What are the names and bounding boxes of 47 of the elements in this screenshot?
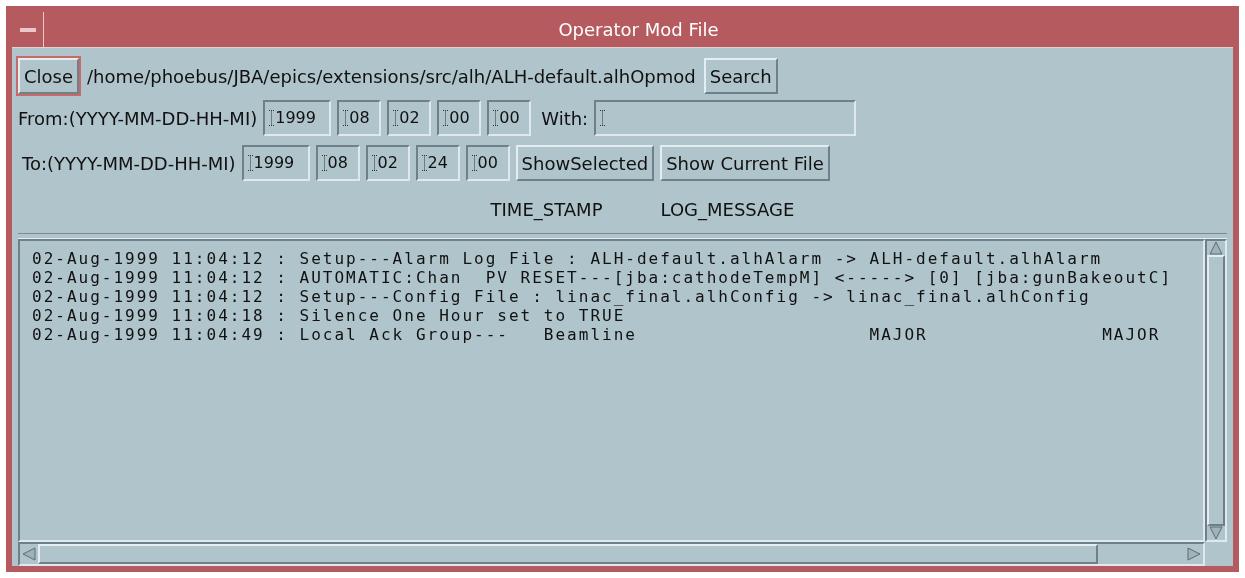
date-field[interactable]: 1999 <box>241 145 310 181</box>
to-label: To:(YYYY-MM-DD-HH-MI) <box>22 151 236 176</box>
date-field[interactable]: 08 <box>337 100 382 136</box>
date-field[interactable]: 1999 <box>263 100 332 136</box>
text-cursor-icon <box>600 110 606 126</box>
date-field[interactable]: 02 <box>365 145 410 181</box>
scrollbar-thumb[interactable] <box>38 544 1098 564</box>
log-line: 02-Aug-1999 11:04:12 : Setup---Alarm Log File : ALH-default.alhAlarm -> ALH-default.alhAlarm <box>32 249 1103 268</box>
push-button[interactable]: ShowSelected <box>515 145 655 181</box>
scrollbar-thumb[interactable] <box>1207 255 1225 526</box>
text-cursor-icon <box>371 155 377 171</box>
push-button[interactable]: Search <box>703 58 778 94</box>
down-arrow-icon <box>1209 526 1223 540</box>
text-cursor-icon <box>493 110 499 126</box>
file-path: /home/phoebus/JBA/epics/extensions/src/alh/ALH-default.alhOpmod <box>87 64 696 89</box>
text-cursor-icon <box>443 110 449 126</box>
date-field[interactable]: 08 <box>315 145 360 181</box>
log-line: 02-Aug-1999 11:04:49 : Local Ack Group--- Beamline MAJOR MAJOR <box>32 325 1161 344</box>
date-field[interactable]: 00 <box>465 145 510 181</box>
left-arrow-icon <box>22 547 36 561</box>
vertical-scrollbar[interactable] <box>1205 239 1227 542</box>
date-field[interactable]: 00 <box>437 100 482 136</box>
log-line: 02-Aug-1999 11:04:18 : Silence One Hour set to TRUE <box>32 306 626 325</box>
window-title: Operator Mod File <box>557 18 720 42</box>
text-cursor-icon <box>343 110 349 126</box>
text-cursor-icon <box>421 155 427 171</box>
text-cursor-icon <box>269 110 275 126</box>
text-cursor-icon <box>393 110 399 126</box>
date-field[interactable]: 24 <box>415 145 460 181</box>
minus-icon <box>19 27 36 32</box>
text-cursor-icon <box>321 155 327 171</box>
push-button[interactable]: Show Current File <box>660 145 830 181</box>
with-label: With: <box>541 106 589 131</box>
up-arrow-icon <box>1209 241 1223 255</box>
column-heading: TIME_STAMP <box>490 198 603 223</box>
text-cursor-icon <box>247 155 253 171</box>
column-heading: LOG_MESSAGE <box>660 198 795 223</box>
date-field[interactable]: 00 <box>487 100 532 136</box>
log-line: 02-Aug-1999 11:04:12 : Setup---Config File : linac_final.alhConfig -> linac_final.alhConfig <box>32 287 1091 306</box>
text-cursor-icon <box>471 155 477 171</box>
log-line: 02-Aug-1999 11:04:12 : AUTOMATIC:Chan PV RESET---[jba:cathodeTempM] <-----> [0] [jba:gunBakeoutC] <box>32 268 1172 287</box>
close-button[interactable]: Close <box>18 58 80 94</box>
date-field[interactable]: 02 <box>387 100 432 136</box>
from-label: From:(YYYY-MM-DD-HH-MI) <box>18 106 258 131</box>
with-field[interactable] <box>594 100 857 136</box>
right-arrow-icon <box>1187 547 1201 561</box>
horizontal-scrollbar[interactable] <box>18 542 1205 566</box>
